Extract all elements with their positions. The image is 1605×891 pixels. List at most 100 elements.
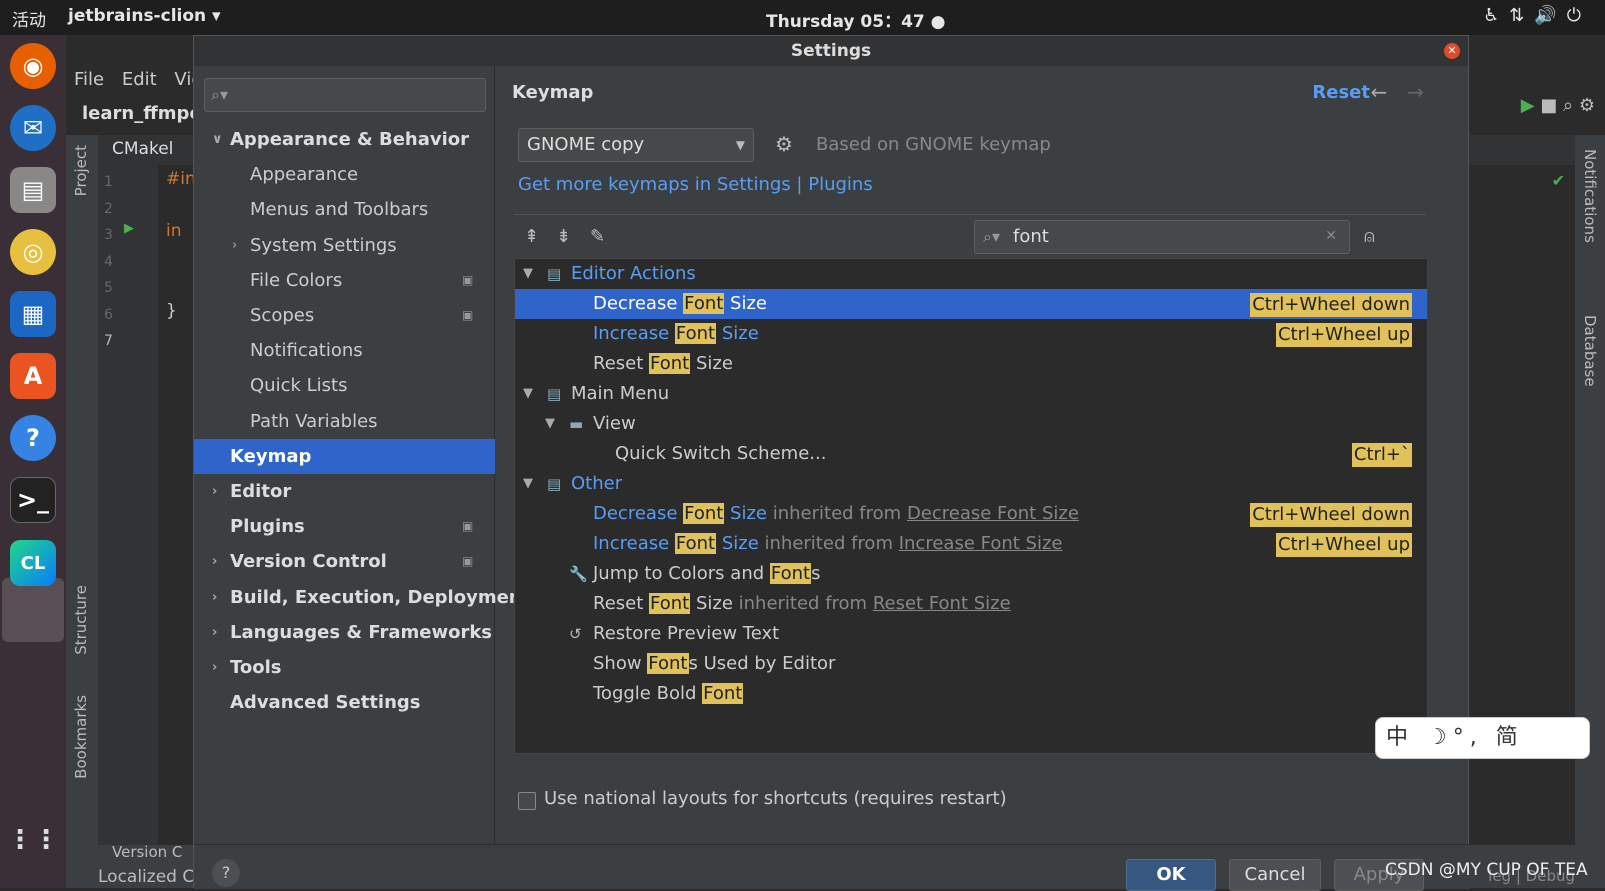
chevron-down-icon: ▼ [523,266,533,281]
settings-gear-icon[interactable]: ⚙ [1579,95,1595,116]
group-other[interactable]: ▼ ▤ Other [515,469,1427,499]
sidebar-item-appearance-behavior[interactable]: ∨ Appearance & Behavior [212,122,480,157]
cancel-button[interactable]: Cancel [1229,859,1321,891]
action-row[interactable]: Decrease Font Size inherited from Decrea… [515,499,1427,529]
action-row[interactable]: Reset Font Size inherited from Reset Fon… [515,589,1427,619]
action-row[interactable]: Toggle Bold Font [515,679,1427,709]
terminal-icon[interactable]: >_ [10,477,56,523]
action-row[interactable]: Increase Font Size Ctrl+Wheel up [515,319,1427,349]
sidebar-item-notifications[interactable]: Notifications [250,333,480,368]
sidebar-item-file-colors[interactable]: File Colors ▣ [250,263,480,298]
sidebar-item-version-control[interactable]: › Version Control ▣ [212,544,480,579]
keymap-filter-input[interactable]: ⌕▾ font ✕ [974,220,1350,254]
sidebar-item-system-settings[interactable]: › System Settings [232,228,480,263]
line-numbers: 1 2 3 4 5 6 7 [104,169,113,355]
sidebar-item-scopes[interactable]: Scopes ▣ [250,298,480,333]
sidebar-item-menus-and-toolbars[interactable]: Menus and Toolbars [250,192,480,227]
action-row[interactable]: Decrease Font Size Ctrl+Wheel down [515,289,1427,319]
keymap-select[interactable]: GNOME copy ▼ [518,128,754,162]
rhythmbox-icon[interactable]: ◎ [10,229,56,275]
software-icon[interactable]: A [10,353,56,399]
run-icon[interactable]: ▶ [124,221,134,236]
expand-all-icon[interactable]: ⇞ [524,226,539,247]
reset-link[interactable]: Reset [1312,82,1370,103]
action-row[interactable]: ↺ Restore Preview Text [515,619,1427,649]
notifications-tool-tab[interactable]: Notifications [1581,149,1599,243]
ide-toolbar-icons[interactable]: ▶ ■ ⌕ ⚙ [1521,95,1595,116]
activities-button[interactable]: 活动 [12,6,46,31]
thunderbird-icon[interactable]: ✉ [10,105,56,151]
undo-icon: ↺ [569,625,582,643]
action-row[interactable]: Increase Font Size inherited from Increa… [515,529,1427,559]
sidebar-item-appearance[interactable]: Appearance [250,157,480,192]
run-icon[interactable]: ▶ [1521,95,1535,116]
ime-toolbar[interactable]: 中 ☽°, 简 [1375,717,1590,759]
firefox-icon[interactable]: ◉ [10,43,56,89]
stop-icon[interactable]: ■ [1540,95,1557,116]
national-layouts-label[interactable]: Use national layouts for shortcuts (requ… [544,788,1007,809]
clion-icon[interactable]: CL [10,540,56,586]
chevron-right-icon[interactable]: › [212,580,217,615]
version-control-tab[interactable]: Version C [112,843,182,861]
action-row[interactable]: Quick Switch Scheme... Ctrl+` [515,439,1427,469]
bookmarks-tool-tab[interactable]: Bookmarks [72,695,90,779]
sidebar-item-label: Appearance & Behavior [230,129,470,150]
database-tool-tab[interactable]: Database [1581,315,1599,387]
help-button[interactable]: ? [212,859,240,887]
chevron-right-icon[interactable]: › [232,228,237,263]
chevron-right-icon[interactable]: › [212,544,217,579]
filter-value: font [1013,226,1049,247]
group-view[interactable]: ▼ ▬ View [515,409,1427,439]
action-label: Reset Font Size [593,353,733,374]
line-number: 1 [104,174,113,190]
sidebar-item-quick-lists[interactable]: Quick Lists [250,368,480,403]
ide-menubar[interactable]: File Edit Vie [74,69,202,90]
group-main-menu[interactable]: ▼ ▤ Main Menu [515,379,1427,409]
app-menu[interactable]: jetbrains-clion ▾ [68,6,221,26]
back-arrow-icon[interactable]: ← [1370,80,1407,104]
editor-tab[interactable]: CMakel [112,139,173,159]
settings-search-input[interactable]: ⌕▾ [204,78,486,112]
files-icon[interactable]: ▤ [10,167,56,213]
sidebar-item-build-execution-deploymen[interactable]: › Build, Execution, Deploymen [212,580,522,615]
help-icon[interactable]: ? [10,415,56,461]
action-row[interactable]: Reset Font Size [515,349,1427,379]
close-icon[interactable]: ✕ [1444,43,1460,59]
sidebar-item-editor[interactable]: › Editor [212,474,480,509]
find-by-shortcut-icon[interactable]: ⍝ [1364,226,1375,247]
power-icon[interactable]: ⏻ [1567,5,1591,26]
sidebar-item-tools[interactable]: › Tools [212,650,480,685]
ok-button[interactable]: OK [1126,859,1216,891]
forward-arrow-icon[interactable]: → [1407,80,1444,104]
action-row[interactable]: Show Fonts Used by Editor [515,649,1427,679]
volume-icon[interactable]: 🔊 [1534,5,1566,26]
other-icon: ▤ [547,475,562,493]
dialog-title: Settings [194,36,1468,66]
sidebar-item-plugins[interactable]: Plugins ▣ [230,509,480,544]
writer-icon[interactable]: ▦ [10,291,56,337]
group-editor-actions[interactable]: ▼ ▤ Editor Actions [515,259,1427,289]
accessibility-icon[interactable]: ♿ [1483,5,1509,26]
clock[interactable]: Thursday 05：47 ● [766,7,946,32]
get-more-keymaps-link[interactable]: Get more keymaps in Settings | Plugins [518,174,873,195]
chevron-right-icon[interactable]: › [212,650,217,685]
collapse-all-icon[interactable]: ⇟ [556,226,571,247]
sidebar-item-keymap[interactable]: Keymap [230,439,480,474]
clear-icon[interactable]: ✕ [1325,228,1337,244]
structure-tool-tab[interactable]: Structure [72,585,90,655]
edit-icon[interactable]: ✎ [590,226,605,247]
sidebar-item-path-variables[interactable]: Path Variables [250,404,480,439]
national-layouts-checkbox[interactable] [518,792,536,810]
network-icon[interactable]: ⇅ [1509,5,1534,26]
sidebar-item-advanced-settings[interactable]: Advanced Settings [230,685,480,720]
system-tray[interactable]: ♿⇅🔊⏻ [1483,5,1591,26]
project-tool-tab[interactable]: Project [72,145,90,196]
show-apps-icon[interactable]: ⋮⋮ [7,817,59,863]
sidebar-item-languages-frameworks[interactable]: › Languages & Frameworks [212,615,492,650]
chevron-down-icon[interactable]: ∨ [212,122,223,157]
keymap-gear-icon[interactable]: ⚙ [775,132,793,156]
chevron-right-icon[interactable]: › [212,615,217,650]
action-row[interactable]: 🔧 Jump to Colors and Fonts [515,559,1427,589]
chevron-right-icon[interactable]: › [212,474,217,509]
search-icon[interactable]: ⌕ [1563,95,1573,116]
